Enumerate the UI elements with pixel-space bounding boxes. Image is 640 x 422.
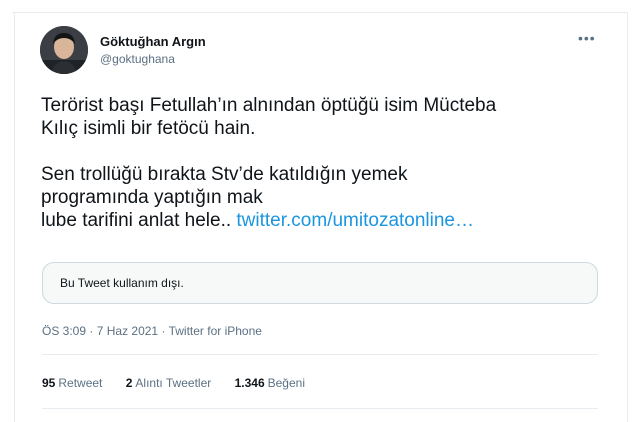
right-border [627,13,628,422]
more-horizontal-icon[interactable]: ••• [578,30,598,46]
retweets-count: 95 [42,376,56,390]
separator: · [161,324,166,338]
divider [42,408,598,409]
author-handle[interactable]: @goktughana [100,52,175,66]
tweet-time[interactable]: ÖS 3:09 [42,324,86,338]
avatar[interactable] [40,26,88,74]
author-name[interactable]: Göktuğhan Argın [100,34,206,49]
quotes-label: Alıntı Tweetler [135,376,212,390]
tweet-source[interactable]: Twitter for iPhone [169,324,262,338]
tweet-line: Sen trollüğü bırakta Stv’de katıldığın y… [41,164,408,185]
tweet-line: Kılıç isimli bir fetöcü hain. [41,118,256,139]
quotes-stat[interactable]: 2 Alıntı Tweetler [126,376,212,390]
tweet-stats: 95 Retweet 2 Alıntı Tweetler 1.346 Beğeni [42,376,325,390]
avatar-image [40,26,88,74]
divider [42,354,598,355]
tweet-meta: ÖS 3:09 · 7 Haz 2021 · Twitter for iPhon… [42,324,262,338]
tweet-link[interactable]: twitter.com/umitozatonline… [236,210,474,231]
likes-stat[interactable]: 1.346 Beğeni [235,376,305,390]
quotes-count: 2 [125,376,133,390]
top-border [12,12,628,13]
tweet-date[interactable]: 7 Haz 2021 [97,324,158,338]
tweet-line: programında yaptığın mak [41,187,263,208]
likes-count: 1.346 [234,376,265,390]
left-border [14,13,15,422]
tweet-line: Terörist başı Fetullah’ın alnından öptüğ… [41,95,497,116]
retweets-stat[interactable]: 95 Retweet [42,376,102,390]
tweet-line: lube tarifini anlat hele.. [41,210,232,231]
tweet-card: Göktuğhan Argın @goktughana ••• Terörist… [0,0,640,422]
tweet-text: Terörist başı Fetullah’ın alnından öptüğ… [41,94,611,232]
retweets-label: Retweet [58,376,103,390]
likes-label: Beğeni [267,376,305,390]
quoted-tweet-text: Bu Tweet kullanım dışı. [60,276,184,290]
tweet-line-with-link: lube tarifini anlat hele.. twitter.com/u… [41,209,611,232]
quoted-tweet[interactable]: Bu Tweet kullanım dışı. [42,262,598,304]
separator: · [89,324,94,338]
